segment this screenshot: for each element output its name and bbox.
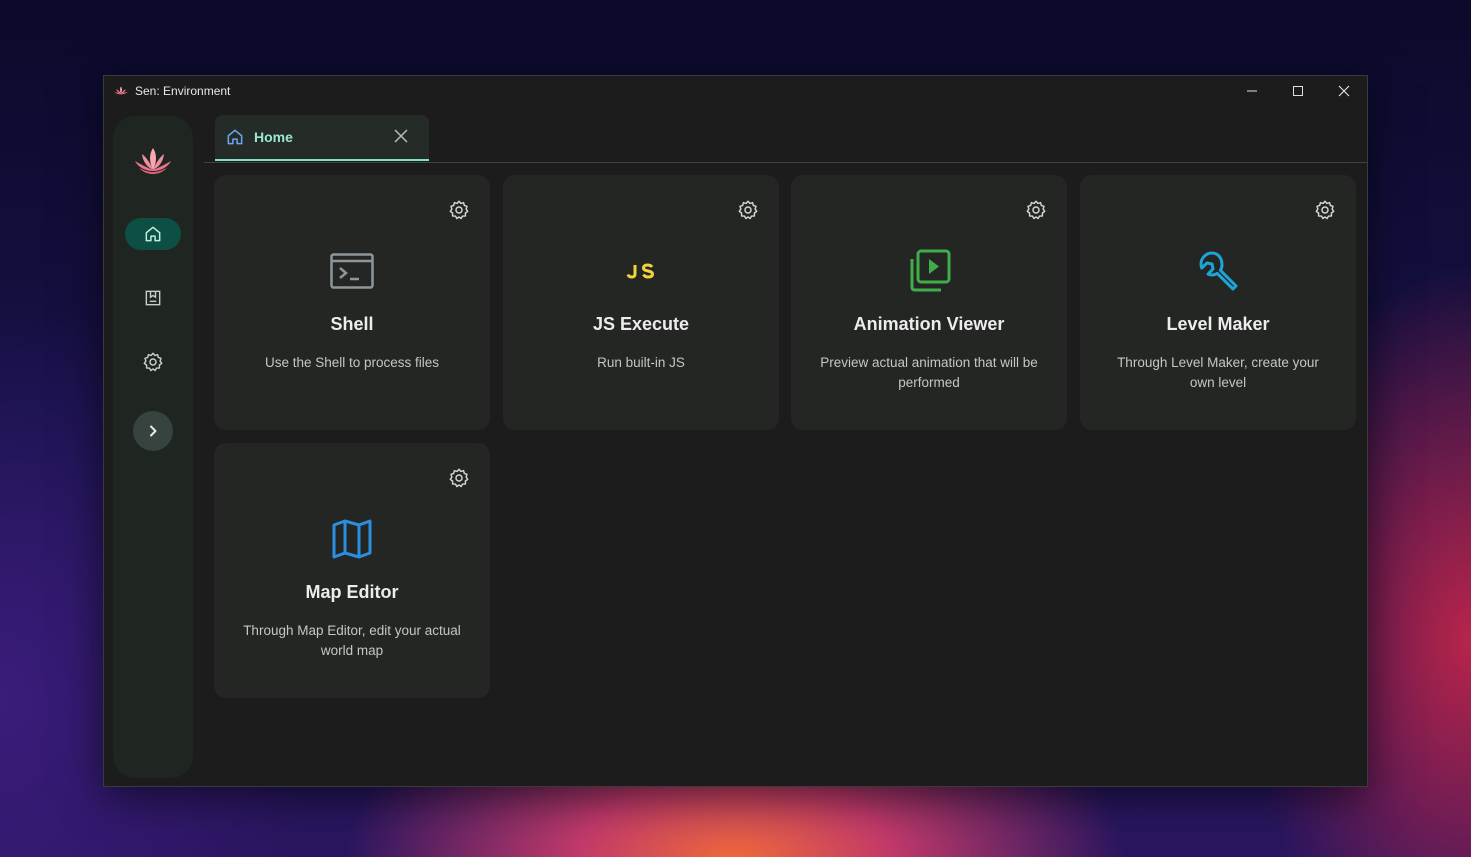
gear-icon[interactable] (737, 199, 759, 221)
close-icon (1338, 85, 1350, 97)
lotus-logo-icon (135, 148, 171, 174)
maximize-button[interactable] (1275, 76, 1321, 106)
terminal-icon (330, 249, 374, 293)
close-window-button[interactable] (1321, 76, 1367, 106)
tab-home[interactable]: Home (215, 115, 429, 161)
card-description: Run built-in JS (597, 355, 685, 370)
card-description: Preview actual animation that will be pe… (820, 355, 1038, 390)
minimize-button[interactable] (1229, 76, 1275, 106)
tool-card-js-execute[interactable]: JS Execute Run built-in JS (503, 175, 779, 430)
gear-icon[interactable] (1025, 199, 1047, 221)
gear-icon[interactable] (1314, 199, 1336, 221)
tab-label: Home (254, 129, 293, 145)
card-title: Shell (330, 314, 374, 334)
tool-card-animation-viewer[interactable]: Animation Viewer Preview actual animatio… (791, 175, 1067, 430)
js-icon (619, 249, 663, 293)
tool-card-map-editor[interactable]: Map Editor Through Map Editor, edit your… (214, 443, 490, 698)
home-icon (145, 226, 161, 242)
navigation-rail (113, 116, 193, 778)
window-title: Sen: Environment (135, 84, 231, 98)
card-title: Animation Viewer (853, 314, 1005, 334)
chevron-right-icon (150, 425, 157, 437)
wrench-icon (1196, 249, 1240, 293)
card-description: Through Level Maker, create your own lev… (1117, 355, 1319, 390)
maximize-icon (1293, 86, 1303, 96)
gear-icon[interactable] (448, 199, 470, 221)
gear-icon (143, 352, 163, 372)
tool-card-shell[interactable]: Shell Use the Shell to process files (214, 175, 490, 430)
nav-saved[interactable] (125, 282, 181, 314)
gear-icon[interactable] (448, 467, 470, 489)
card-description: Through Map Editor, edit your actual wor… (243, 623, 461, 658)
card-title: Map Editor (305, 582, 399, 602)
close-tab-icon[interactable] (393, 128, 409, 144)
play-frames-icon (907, 249, 951, 293)
lotus-logo-icon (114, 86, 128, 95)
save-icon (145, 290, 161, 306)
map-icon (330, 517, 374, 561)
minimize-icon (1247, 90, 1257, 92)
app-window: Sen: Environment Home Shell Use the Shel… (103, 75, 1368, 787)
card-title: JS Execute (592, 314, 690, 334)
nav-home[interactable] (125, 218, 181, 250)
expand-sidebar-button[interactable] (133, 411, 173, 451)
home-icon (227, 129, 243, 145)
card-title: Level Maker (1166, 314, 1270, 334)
tool-card-level-maker[interactable]: Level Maker Through Level Maker, create … (1080, 175, 1356, 430)
card-description: Use the Shell to process files (264, 355, 440, 370)
title-bar[interactable]: Sen: Environment (104, 76, 1367, 106)
nav-settings[interactable] (125, 346, 181, 378)
tab-bar: Home (204, 106, 1367, 163)
